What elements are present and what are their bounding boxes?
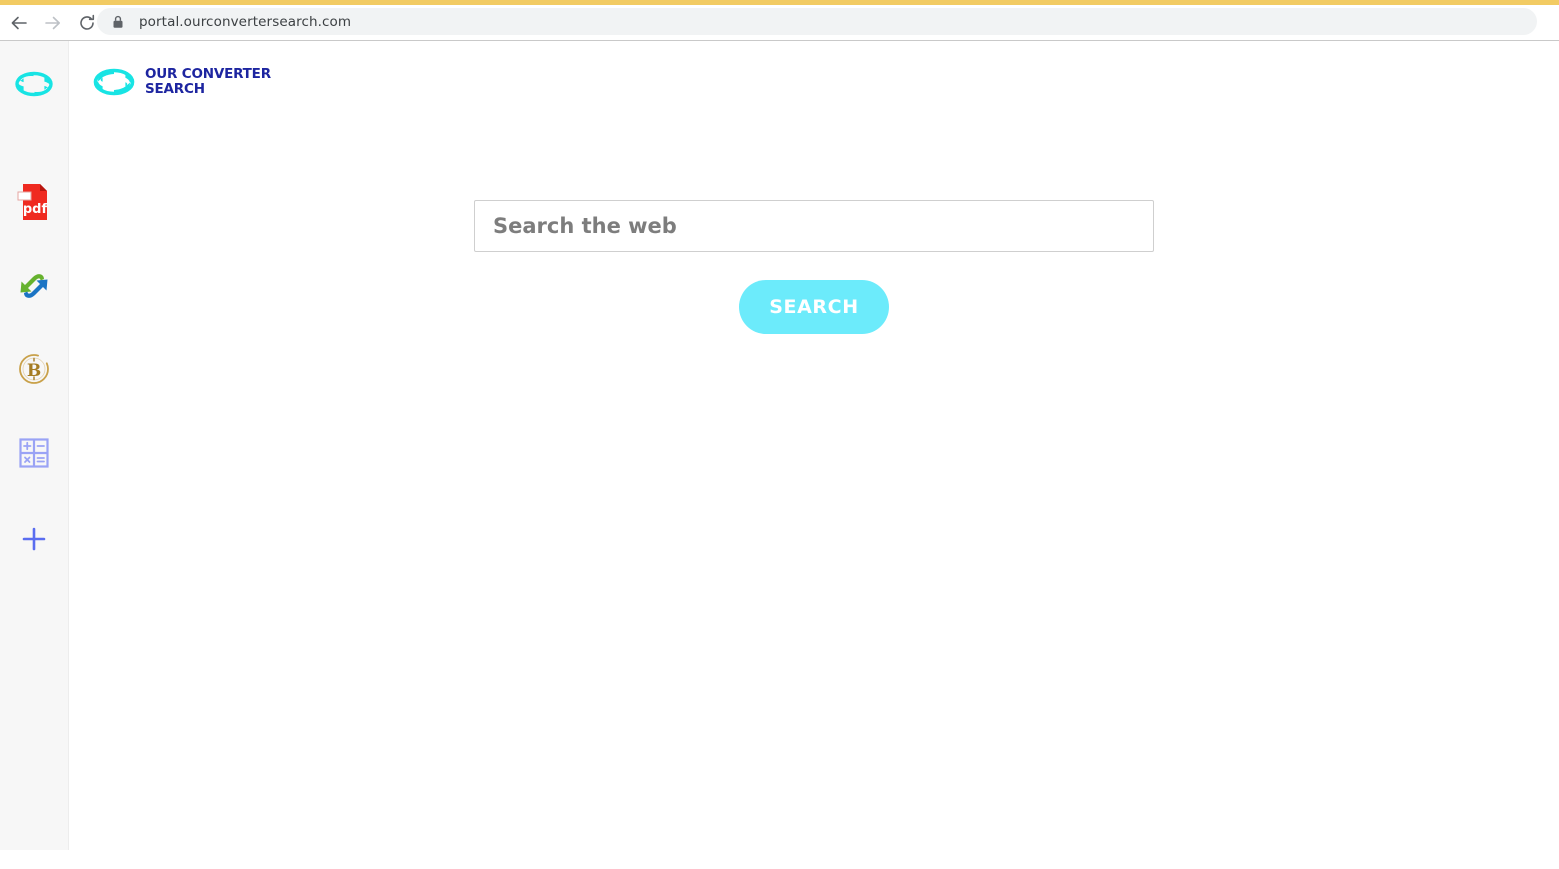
extension-sidebar: pdf B bbox=[0, 41, 69, 850]
pdf-file-icon: pdf bbox=[17, 181, 51, 223]
arrow-right-icon bbox=[43, 13, 63, 33]
sidebar-item-converter-search[interactable] bbox=[0, 54, 68, 114]
cycle-arrows-icon bbox=[12, 66, 56, 102]
site-logo-line1: OUR CONVERTER bbox=[145, 66, 271, 82]
sidebar-item-add-app[interactable] bbox=[0, 509, 68, 569]
bitcoin-icon: B bbox=[16, 351, 52, 387]
sidebar-item-calculator[interactable] bbox=[0, 423, 68, 483]
browser-nav-buttons bbox=[0, 5, 104, 41]
page-viewport: pdf B OUR CONVERTER SEARCH Search the we… bbox=[0, 41, 1559, 869]
site-logo-wordmark: OUR CONVERTER SEARCH bbox=[145, 67, 271, 97]
search-input[interactable] bbox=[474, 200, 1154, 252]
sidebar-item-pdf-converter[interactable]: pdf bbox=[0, 172, 68, 232]
arrow-left-icon bbox=[9, 13, 29, 33]
back-button[interactable] bbox=[2, 6, 36, 40]
forward-button[interactable] bbox=[36, 6, 70, 40]
plus-icon bbox=[21, 526, 47, 552]
browser-chrome: portal.ourconvertersearch.com bbox=[0, 0, 1559, 41]
url-text: portal.ourconvertersearch.com bbox=[139, 13, 352, 30]
diagonal-convert-arrows-icon bbox=[14, 266, 54, 306]
search-form: SEARCH bbox=[69, 200, 1559, 334]
calculator-icon bbox=[18, 437, 50, 469]
site-logo-line2: SEARCH bbox=[145, 81, 205, 97]
address-bar[interactable]: portal.ourconvertersearch.com bbox=[97, 8, 1537, 35]
svg-text:pdf: pdf bbox=[23, 202, 48, 217]
sidebar-item-crypto-converter[interactable]: B bbox=[0, 339, 68, 399]
site-logo[interactable]: OUR CONVERTER SEARCH bbox=[90, 63, 271, 101]
cycle-arrows-icon bbox=[90, 63, 138, 101]
lock-icon bbox=[111, 15, 125, 29]
search-page: OUR CONVERTER SEARCH SEARCH bbox=[69, 41, 1559, 869]
sidebar-item-file-converter[interactable] bbox=[0, 256, 68, 316]
browser-accent-bar bbox=[0, 0, 1559, 5]
reload-icon bbox=[77, 13, 97, 33]
search-button[interactable]: SEARCH bbox=[739, 280, 889, 334]
